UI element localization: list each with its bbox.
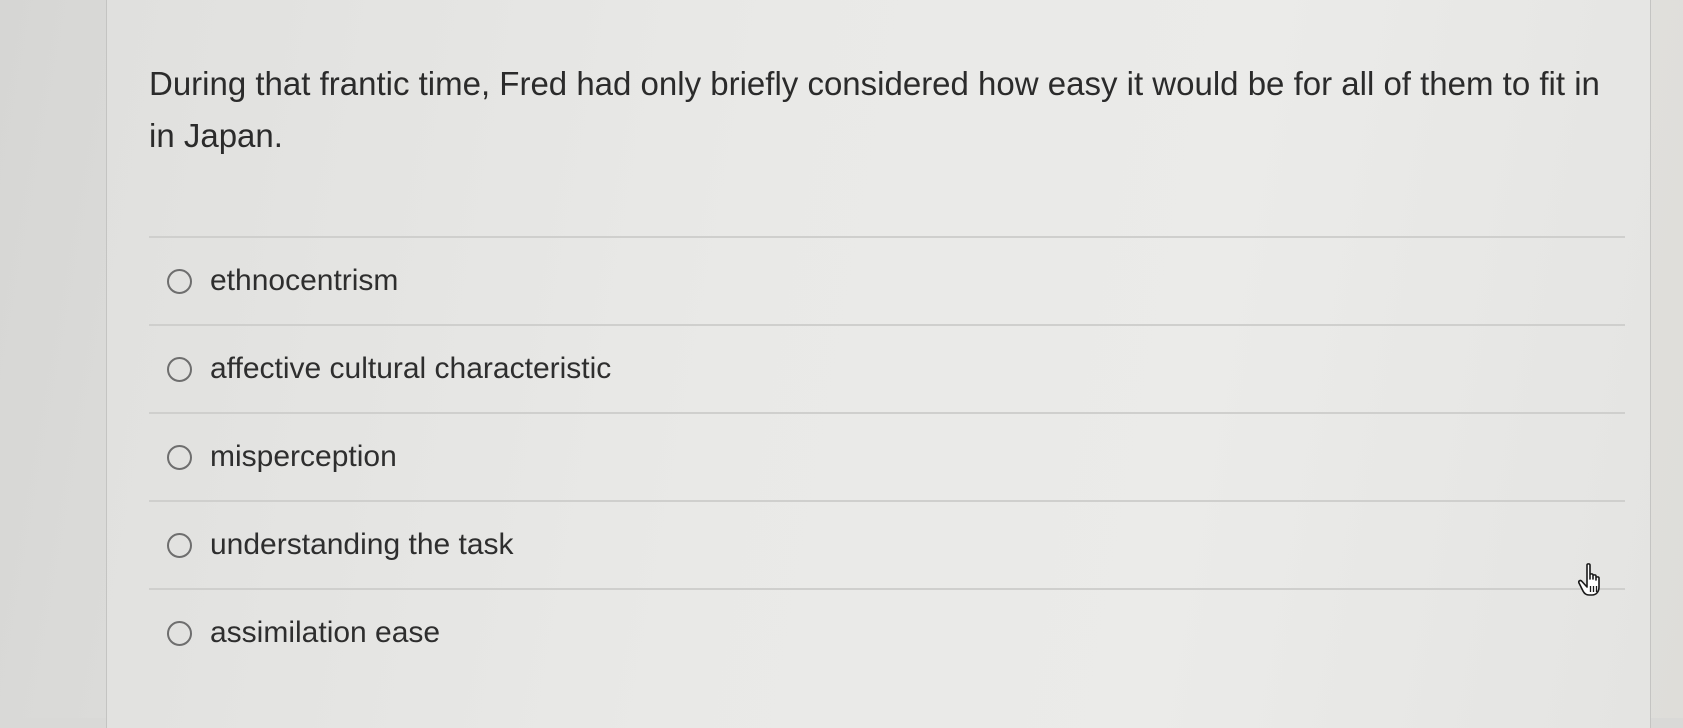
option-assimilation-ease[interactable]: assimilation ease (149, 590, 1625, 676)
option-label: ethnocentrism (210, 264, 399, 297)
radio-button[interactable] (167, 268, 192, 294)
option-affective-cultural-characteristic[interactable]: affective cultural characteristic (149, 326, 1625, 412)
option-label: assimilation ease (210, 616, 441, 649)
option-misperception[interactable]: misperception (149, 414, 1625, 500)
option-label: misperception (210, 440, 397, 473)
option-understanding-the-task[interactable]: understanding the task (149, 502, 1625, 588)
radio-button[interactable] (167, 532, 192, 558)
page-background: During that frantic time, Fred had only … (0, 0, 1683, 728)
radio-button[interactable] (167, 356, 192, 382)
option-label: understanding the task (210, 528, 514, 561)
question-card: During that frantic time, Fred had only … (106, 0, 1651, 728)
option-label: affective cultural characteristic (210, 352, 612, 385)
answer-options: ethnocentrism affective cultural charact… (149, 236, 1625, 676)
question-text: During that frantic time, Fred had only … (149, 65, 1600, 154)
radio-button[interactable] (167, 620, 192, 646)
hand-pointer-icon (1578, 563, 1600, 596)
option-ethnocentrism[interactable]: ethnocentrism (149, 238, 1625, 324)
radio-button[interactable] (167, 444, 192, 470)
